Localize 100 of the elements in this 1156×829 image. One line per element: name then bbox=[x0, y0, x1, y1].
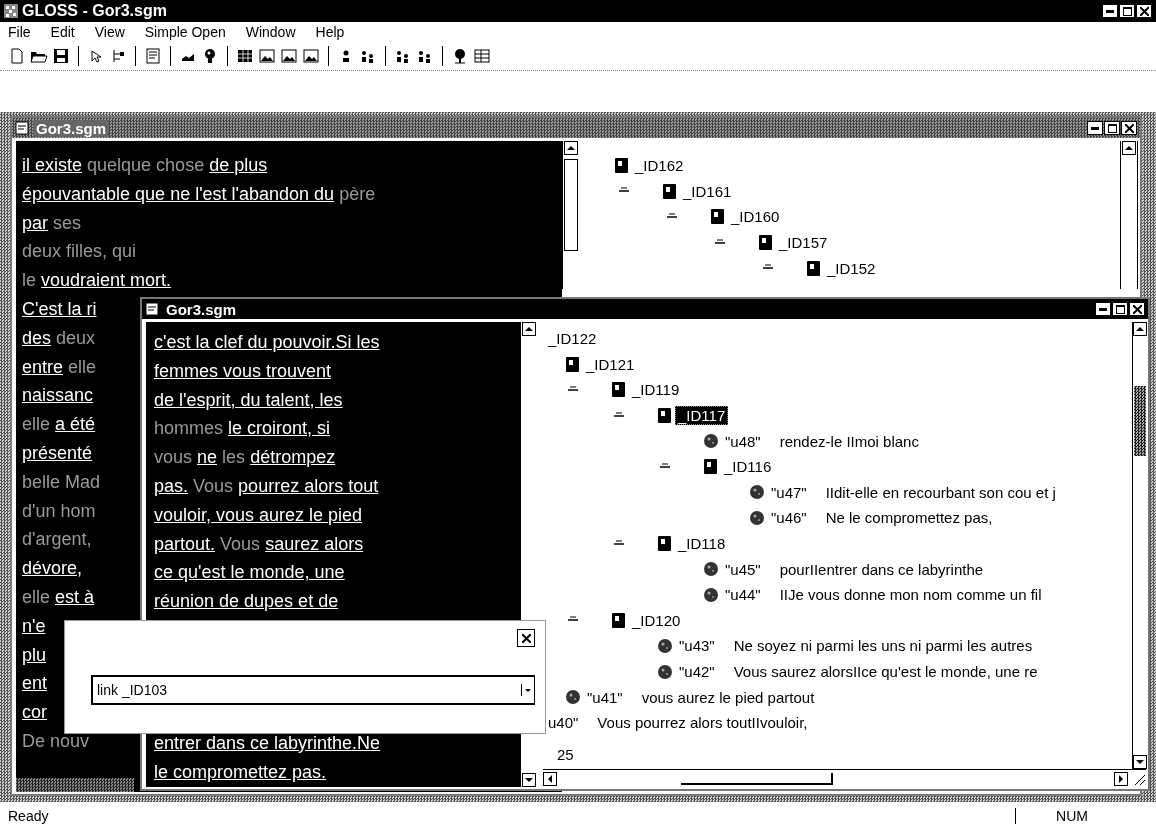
tree-item[interactable]: _ID152 bbox=[824, 258, 879, 278]
plain-text: les bbox=[222, 447, 246, 468]
menu-item[interactable]: Edit bbox=[50, 24, 75, 40]
link-text[interactable]: naissanc bbox=[22, 385, 94, 406]
tree-item[interactable]: "u44" bbox=[722, 585, 764, 605]
link-text[interactable]: femmes vous trouvent bbox=[154, 360, 332, 381]
link-text[interactable]: vouloir, vous aurez le pied bbox=[154, 504, 363, 525]
link-text[interactable]: le croiront, si bbox=[228, 418, 331, 439]
minimize-button[interactable] bbox=[1102, 4, 1118, 18]
link-text[interactable]: pas. bbox=[154, 476, 189, 496]
link-text[interactable]: partout. bbox=[154, 533, 216, 554]
close-button[interactable] bbox=[1129, 302, 1145, 316]
minus-icon[interactable] bbox=[660, 462, 670, 471]
link-text[interactable]: réunion de dupes et de bbox=[154, 591, 339, 612]
tree-item[interactable]: "u47" bbox=[768, 482, 810, 502]
link-text[interactable]: entrer dans ce labyrinthe.Ne bbox=[154, 732, 381, 753]
minus-icon[interactable] bbox=[568, 386, 578, 394]
scroll-thumb[interactable] bbox=[681, 772, 833, 785]
scrollbar[interactable] bbox=[1132, 322, 1147, 769]
scrollbar[interactable] bbox=[562, 141, 579, 289]
link-text[interactable]: est à bbox=[55, 586, 95, 607]
caret-icon[interactable] bbox=[521, 684, 534, 696]
book-icon bbox=[658, 408, 671, 424]
tree-item[interactable]: _ID121 bbox=[583, 354, 638, 374]
window-title: Gor3.sgm bbox=[33, 119, 110, 137]
link-text[interactable]: n'e bbox=[22, 615, 46, 636]
link-text[interactable]: présenté bbox=[22, 442, 93, 463]
tree-item[interactable]: "u43" bbox=[676, 636, 718, 656]
scrollbar[interactable] bbox=[16, 778, 134, 792]
minimize-icon bbox=[1099, 307, 1107, 311]
tree-item[interactable]: "u46" bbox=[768, 508, 810, 528]
scrollbar[interactable] bbox=[1120, 141, 1138, 289]
link-text[interactable]: pourrez alors tout bbox=[238, 476, 379, 496]
tree-item[interactable]: _ID118 bbox=[675, 534, 729, 554]
node-text: rendez-le IImoi blanc bbox=[779, 432, 919, 450]
link-dropdown[interactable]: link _ID103 bbox=[91, 675, 535, 705]
link-text[interactable]: plu bbox=[22, 644, 47, 665]
close-button[interactable] bbox=[1136, 4, 1152, 18]
plain-text: elle bbox=[22, 414, 51, 435]
tree-item[interactable]: "u48" bbox=[722, 431, 764, 451]
tree-item[interactable]: _ID160 bbox=[728, 207, 783, 227]
minus-icon[interactable] bbox=[614, 411, 624, 420]
minus-icon[interactable] bbox=[614, 539, 624, 548]
plain-text: Vous bbox=[220, 533, 261, 554]
maximize-button[interactable] bbox=[1119, 4, 1135, 18]
link-text[interactable]: de l'esprit, du talent, les bbox=[154, 389, 343, 410]
menu-item[interactable]: View bbox=[94, 24, 125, 40]
scroll-thumb[interactable] bbox=[1134, 386, 1146, 456]
ball-icon bbox=[704, 562, 718, 577]
plain-text: deux bbox=[56, 327, 96, 348]
tree-item[interactable]: "u41" bbox=[584, 687, 626, 707]
maximize-button[interactable] bbox=[1104, 121, 1120, 135]
link-text[interactable]: a été bbox=[55, 414, 96, 435]
tree-item[interactable]: _ID122 bbox=[545, 329, 600, 349]
link-text[interactable]: dévore, bbox=[22, 558, 83, 579]
tree-item[interactable]: _ID119 bbox=[629, 380, 683, 400]
menu-item[interactable]: Simple Open bbox=[144, 24, 226, 40]
ball-icon bbox=[750, 510, 764, 525]
link-text[interactable]: voudraient mort. bbox=[41, 270, 172, 291]
minus-icon[interactable] bbox=[667, 213, 677, 221]
node-text: Vous saurez alorsIIce qu'est le monde, une re bbox=[733, 663, 1038, 680]
book-icon bbox=[566, 356, 579, 372]
minus-icon[interactable] bbox=[715, 238, 725, 247]
book-icon bbox=[711, 209, 724, 225]
tree-item[interactable]: _ID117 bbox=[675, 406, 729, 426]
tree-item[interactable]: _ID157 bbox=[776, 233, 831, 253]
link-text[interactable]: ent bbox=[22, 673, 48, 694]
tree-item[interactable]: "u42" bbox=[676, 662, 718, 681]
close-button[interactable] bbox=[1121, 121, 1137, 135]
link-text[interactable]: saurez alors bbox=[265, 533, 364, 554]
tree-item[interactable]: _ID116 bbox=[721, 457, 775, 477]
link-text[interactable]: épouvantable que ne l'est l'abandon du bbox=[22, 183, 335, 204]
minimize-button[interactable] bbox=[1095, 302, 1111, 316]
close-button[interactable] bbox=[517, 629, 535, 647]
maximize-button[interactable] bbox=[1112, 302, 1128, 316]
link-text[interactable]: C'est la ri bbox=[22, 299, 97, 319]
tree-item[interactable]: _ID162 bbox=[632, 156, 687, 176]
status-text: Ready bbox=[8, 807, 49, 824]
tree-item[interactable]: u40" bbox=[545, 713, 582, 733]
tree-item[interactable]: _ID120 bbox=[629, 610, 684, 630]
tree-item[interactable]: "u45" bbox=[722, 559, 764, 579]
link-text[interactable]: il existe bbox=[22, 155, 83, 175]
link-text[interactable]: entre bbox=[22, 356, 64, 377]
link-text[interactable]: ce qu'est le monde, une bbox=[154, 562, 345, 583]
link-text[interactable]: des bbox=[22, 327, 52, 348]
menu-item[interactable]: Help bbox=[315, 24, 345, 40]
scrollbar[interactable] bbox=[543, 769, 1146, 787]
link-text[interactable]: ne bbox=[197, 447, 218, 468]
tree-item[interactable]: _ID161 bbox=[680, 181, 735, 201]
menu-item[interactable]: Window bbox=[245, 24, 296, 40]
scroll-thumb[interactable] bbox=[564, 159, 578, 251]
close-icon bbox=[521, 633, 531, 643]
minimize-button[interactable] bbox=[1087, 121, 1103, 135]
link-text[interactable]: cor bbox=[22, 702, 47, 723]
link-text[interactable]: de plus bbox=[209, 155, 268, 175]
link-text[interactable]: détrompez bbox=[250, 447, 336, 468]
link-text[interactable]: c'est la clef du pouvoir.Si les bbox=[154, 332, 380, 352]
menu-item[interactable]: File bbox=[8, 24, 31, 40]
link-text[interactable]: le compromettez pas. bbox=[154, 761, 327, 782]
link-text[interactable]: par bbox=[22, 212, 48, 233]
